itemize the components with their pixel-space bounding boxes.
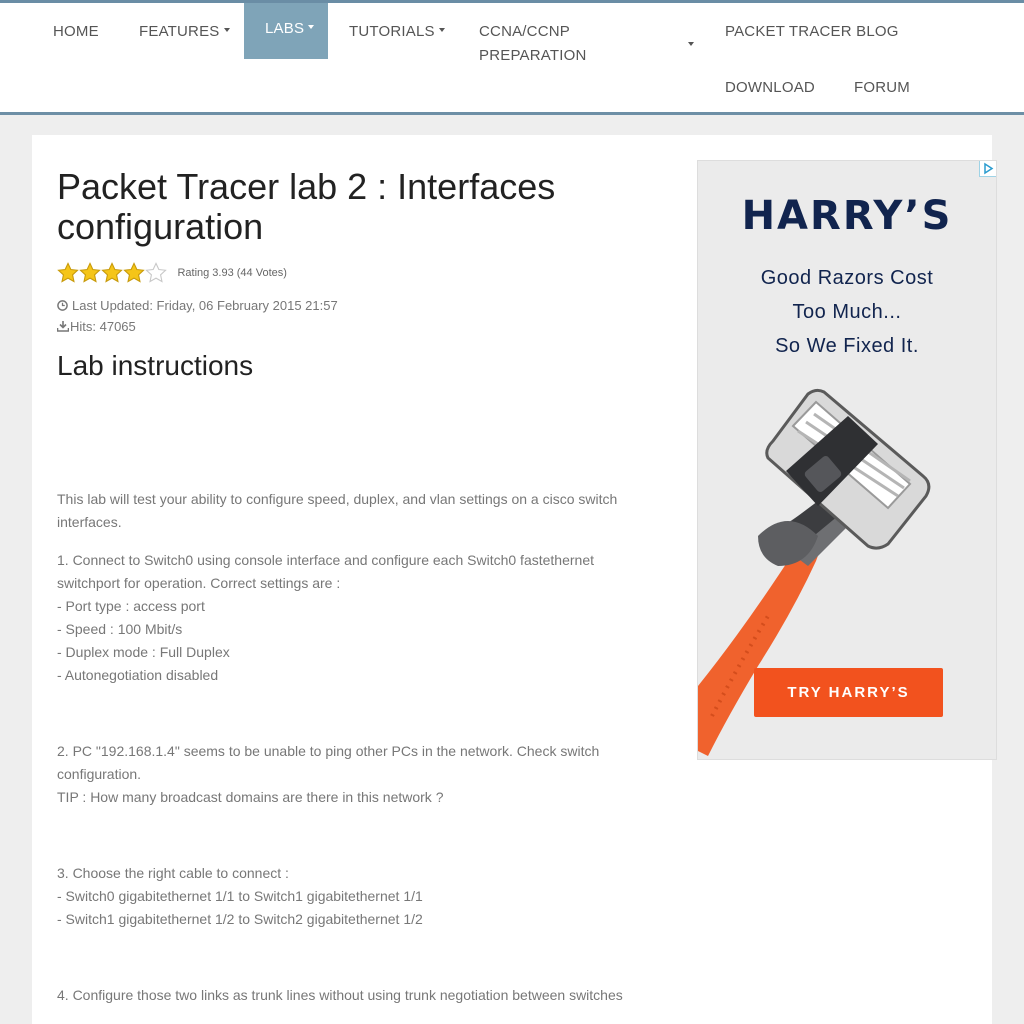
star-filled-icon[interactable] bbox=[101, 262, 123, 284]
ad-tagline: Good Razors Cost Too Much... So We Fixed… bbox=[698, 261, 996, 363]
step4-line: 4. Configure those two links as trunk li… bbox=[57, 987, 623, 1003]
hits-text: Hits: 47065 bbox=[70, 319, 136, 334]
star-filled-icon[interactable] bbox=[57, 262, 79, 284]
download-icon bbox=[56, 321, 70, 332]
nav-tutorials[interactable]: TUTORIALS bbox=[349, 20, 445, 44]
adchoices-icon[interactable] bbox=[979, 161, 996, 177]
nav-download[interactable]: DOWNLOAD bbox=[725, 76, 815, 100]
step1-line: - Duplex mode : Full Duplex bbox=[57, 644, 230, 660]
step2-line: configuration. bbox=[57, 766, 142, 782]
last-updated: Last Updated: Friday, 06 February 2015 2… bbox=[57, 298, 338, 313]
step3-line: - Switch1 gigabitethernet 1/2 to Switch2… bbox=[57, 911, 423, 927]
nav-ccna-ccnp[interactable]: CCNA/CCNP PREPARATION bbox=[479, 20, 694, 68]
section-heading: Lab instructions bbox=[57, 350, 254, 381]
ad-tagline-line: Too Much... bbox=[792, 301, 902, 323]
rating-stars bbox=[57, 262, 167, 284]
rating-text: Rating 3.93 (44 Votes) bbox=[177, 267, 287, 279]
nav-forum[interactable]: FORUM bbox=[854, 76, 910, 100]
nav-home[interactable]: HOME bbox=[53, 20, 99, 44]
article-title: Packet Tracer lab 2 : Interfaces configu… bbox=[57, 166, 556, 247]
ad-tagline-line: So We Fixed It. bbox=[775, 335, 919, 357]
nav-ccna-label-line1: CCNA/CCNP bbox=[479, 23, 570, 40]
star-filled-icon[interactable] bbox=[123, 262, 145, 284]
step3-line: - Switch0 gigabitethernet 1/1 to Switch1… bbox=[57, 888, 423, 904]
nav-tutorials-label: TUTORIALS bbox=[349, 23, 435, 40]
star-filled-icon[interactable] bbox=[79, 262, 101, 284]
caret-down-icon bbox=[438, 28, 445, 32]
article-body: This lab will test your ability to confi… bbox=[57, 488, 657, 1007]
intro-line-2: interfaces. bbox=[57, 514, 122, 530]
last-updated-text: Last Updated: Friday, 06 February 2015 2… bbox=[72, 298, 338, 313]
ad-tagline-line: Good Razors Cost bbox=[760, 267, 934, 289]
ad-brand-logo: HARRY’S bbox=[741, 193, 953, 239]
clock-icon bbox=[57, 300, 68, 311]
rating-widget: Rating 3.93 (44 Votes) bbox=[57, 262, 287, 284]
nav-labs-active[interactable]: LABS bbox=[244, 3, 328, 59]
step2-line: 2. PC "192.168.1.4" seems to be unable t… bbox=[57, 743, 600, 759]
step1-line: 1. Connect to Switch0 using console inte… bbox=[57, 552, 594, 568]
nav-features-label: FEATURES bbox=[139, 23, 220, 40]
hits: Hits: 47065 bbox=[56, 319, 136, 334]
step1-line: - Port type : access port bbox=[57, 598, 205, 614]
step1-line: - Autonegotiation disabled bbox=[57, 667, 219, 683]
caret-down-icon bbox=[308, 25, 315, 29]
nav-ccna-label-line2: PREPARATION bbox=[479, 47, 587, 64]
caret-down-icon bbox=[688, 42, 694, 46]
nav-labs[interactable]: LABS bbox=[265, 17, 315, 41]
step1-line: switchport for operation. Correct settin… bbox=[57, 575, 341, 591]
nav-packet-tracer-blog[interactable]: PACKET TRACER BLOG bbox=[725, 20, 899, 44]
ad-cta-button[interactable]: TRY HARRY’S bbox=[754, 668, 943, 717]
nav-features[interactable]: FEATURES bbox=[139, 20, 230, 44]
nav-labs-label: LABS bbox=[265, 20, 305, 37]
intro-line-1: This lab will test your ability to confi… bbox=[57, 491, 618, 507]
step3-line: 3. Choose the right cable to connect : bbox=[57, 865, 289, 881]
main-navigation: HOME FEATURES LABS TUTORIALS CCNA/CCNP P… bbox=[0, 3, 1024, 115]
step1-line: - Speed : 100 Mbit/s bbox=[57, 621, 183, 637]
caret-down-icon bbox=[223, 28, 230, 32]
harrys-advertisement[interactable]: HARRY’S Good Razors Cost Too Much... So … bbox=[697, 160, 997, 760]
step2-line: TIP : How many broadcast domains are the… bbox=[57, 789, 444, 805]
star-empty-icon[interactable] bbox=[145, 262, 167, 284]
